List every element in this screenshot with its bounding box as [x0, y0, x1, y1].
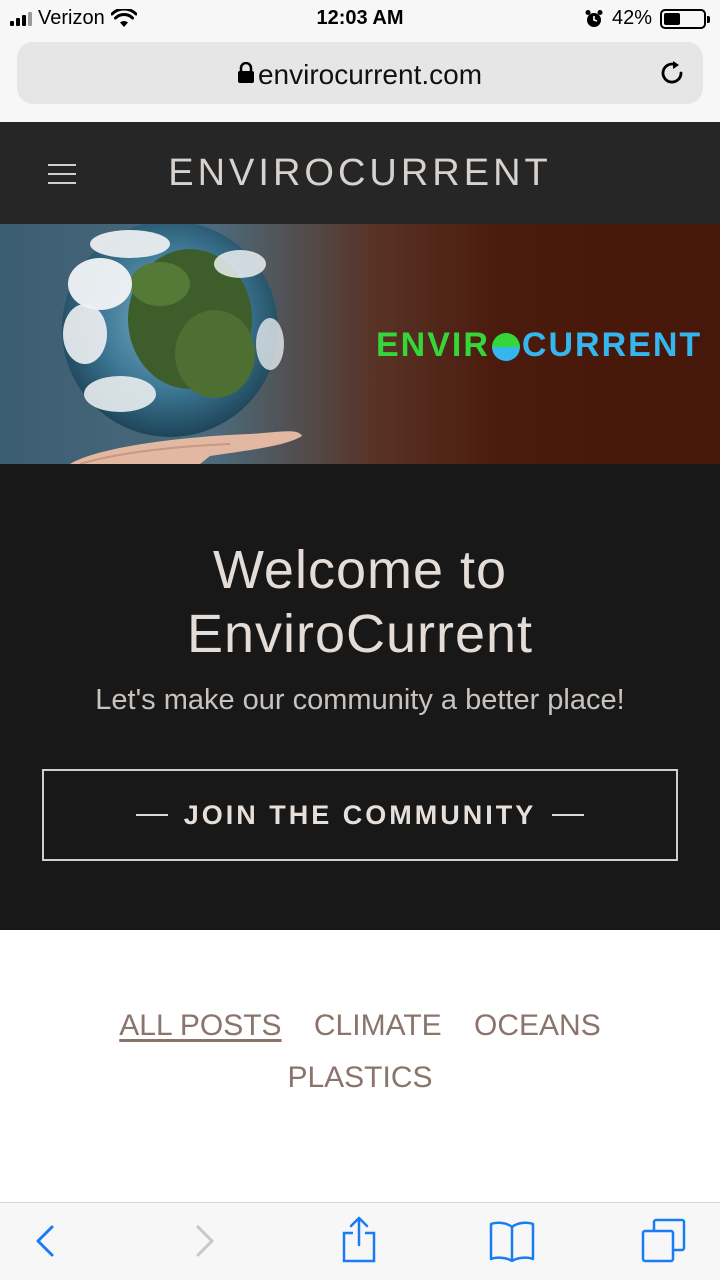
- category-climate[interactable]: CLIMATE: [314, 1000, 442, 1052]
- bookmarks-icon[interactable]: [488, 1219, 536, 1263]
- status-bar: Verizon 12:03 AM 42%: [0, 0, 720, 38]
- site-title[interactable]: ENVIROCURRENT: [0, 152, 720, 195]
- dash-right: [552, 814, 585, 816]
- back-icon[interactable]: [32, 1219, 58, 1263]
- category-all-posts[interactable]: ALL POSTS: [119, 1000, 281, 1052]
- banner-logo: ENVIR CURRENT: [376, 326, 702, 365]
- tabs-icon[interactable]: [640, 1217, 688, 1265]
- battery-icon: [660, 8, 710, 29]
- status-right: 42%: [584, 7, 710, 30]
- hero-section: Welcome to EnviroCurrent Let's make our …: [0, 464, 720, 930]
- join-button-label: JOIN THE COMMUNITY: [183, 799, 537, 830]
- browser-toolbar: [0, 1202, 720, 1280]
- banner-logo-right: CURRENT: [521, 326, 703, 364]
- battery-percent: 42%: [611, 7, 652, 29]
- banner-logo-left: ENVIR: [376, 326, 490, 364]
- logo-wave-icon: [491, 332, 520, 361]
- earth-globe-illustration: [62, 224, 302, 464]
- battery-level: [664, 12, 680, 25]
- forward-icon[interactable]: [192, 1219, 218, 1263]
- dash-left: [135, 814, 168, 816]
- category-nav: ALL POSTS CLIMATE OCEANS PLASTICS: [0, 1000, 720, 1104]
- category-oceans[interactable]: OCEANS: [474, 1000, 601, 1052]
- hero-title: Welcome to EnviroCurrent: [0, 538, 720, 666]
- site-header: ENVIROCURRENT: [0, 122, 720, 224]
- hero-title-line1: Welcome to: [212, 540, 508, 600]
- share-icon[interactable]: [340, 1215, 378, 1265]
- alarm-icon: [585, 9, 603, 27]
- address-bar[interactable]: envirocurrent.com: [17, 42, 703, 104]
- hero-banner-image: ENVIR CURRENT: [0, 224, 720, 464]
- hero-subtitle: Let's make our community a better place!: [95, 684, 625, 716]
- category-plastics[interactable]: PLASTICS: [287, 1052, 432, 1104]
- browser-url-area: envirocurrent.com: [0, 38, 720, 122]
- hero-title-line2: EnviroCurrent: [186, 604, 534, 664]
- reload-icon[interactable]: [657, 58, 687, 88]
- url-text: envirocurrent.com: [257, 59, 483, 90]
- join-community-button[interactable]: JOIN THE COMMUNITY: [42, 769, 678, 861]
